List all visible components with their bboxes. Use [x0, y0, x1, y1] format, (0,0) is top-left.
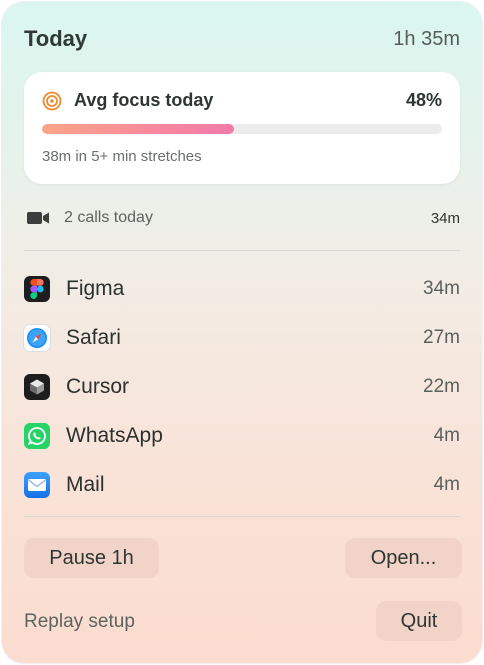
app-name: Figma [66, 276, 125, 300]
focus-progress-fill [42, 124, 234, 134]
whatsapp-icon [24, 422, 50, 449]
calls-time: 34m [430, 209, 460, 227]
app-row-safari[interactable]: Safari 27m [24, 313, 460, 362]
app-name: Safari [66, 325, 121, 349]
figma-icon [24, 275, 50, 302]
app-name: Mail [66, 472, 105, 496]
focus-label-group: Avg focus today [42, 90, 213, 111]
divider [24, 516, 460, 517]
today-panel: Today 1h 35m Avg focus today 48% 38m in … [2, 2, 482, 663]
app-row-mail[interactable]: Mail 4m [24, 460, 460, 509]
total-time: 1h 35m [393, 27, 460, 50]
video-camera-icon [27, 212, 49, 224]
app-time: 4m [433, 473, 460, 495]
app-time: 4m [433, 424, 460, 446]
calls-row: 2 calls today 34m [26, 206, 460, 230]
divider [24, 250, 460, 251]
focus-card: Avg focus today 48% 38m in 5+ min stretc… [24, 72, 460, 184]
mail-icon [24, 471, 50, 498]
focus-progress-bar [42, 124, 442, 134]
app-time: 22m [423, 375, 460, 397]
calls-label-group: 2 calls today [26, 209, 153, 227]
quit-button[interactable]: Quit [376, 601, 462, 641]
app-time: 27m [423, 326, 460, 348]
open-button[interactable]: Open... [345, 538, 462, 578]
app-name: Cursor [66, 374, 130, 398]
app-row-figma[interactable]: Figma 34m [24, 264, 460, 313]
panel-header: Today 1h 35m [24, 24, 460, 54]
app-list: Figma 34m Safari 27m Cursor 22m WhatsApp… [24, 264, 460, 509]
focus-label: Avg focus today [74, 90, 214, 110]
focus-subtitle: 38m in 5+ min stretches [42, 148, 202, 165]
cursor-icon [24, 373, 50, 400]
target-icon [42, 91, 62, 110]
focus-percent: 48% [405, 90, 442, 110]
pause-button[interactable]: Pause 1h [24, 538, 159, 578]
app-row-cursor[interactable]: Cursor 22m [24, 362, 460, 411]
safari-icon [24, 324, 50, 351]
replay-setup-link[interactable]: Replay setup [24, 611, 135, 633]
panel-title: Today [24, 26, 88, 51]
app-name: WhatsApp [66, 423, 163, 447]
app-row-whatsapp[interactable]: WhatsApp 4m [24, 411, 460, 460]
focus-header: Avg focus today 48% [42, 90, 442, 111]
app-time: 34m [423, 277, 460, 299]
calls-label: 2 calls today [64, 209, 153, 226]
